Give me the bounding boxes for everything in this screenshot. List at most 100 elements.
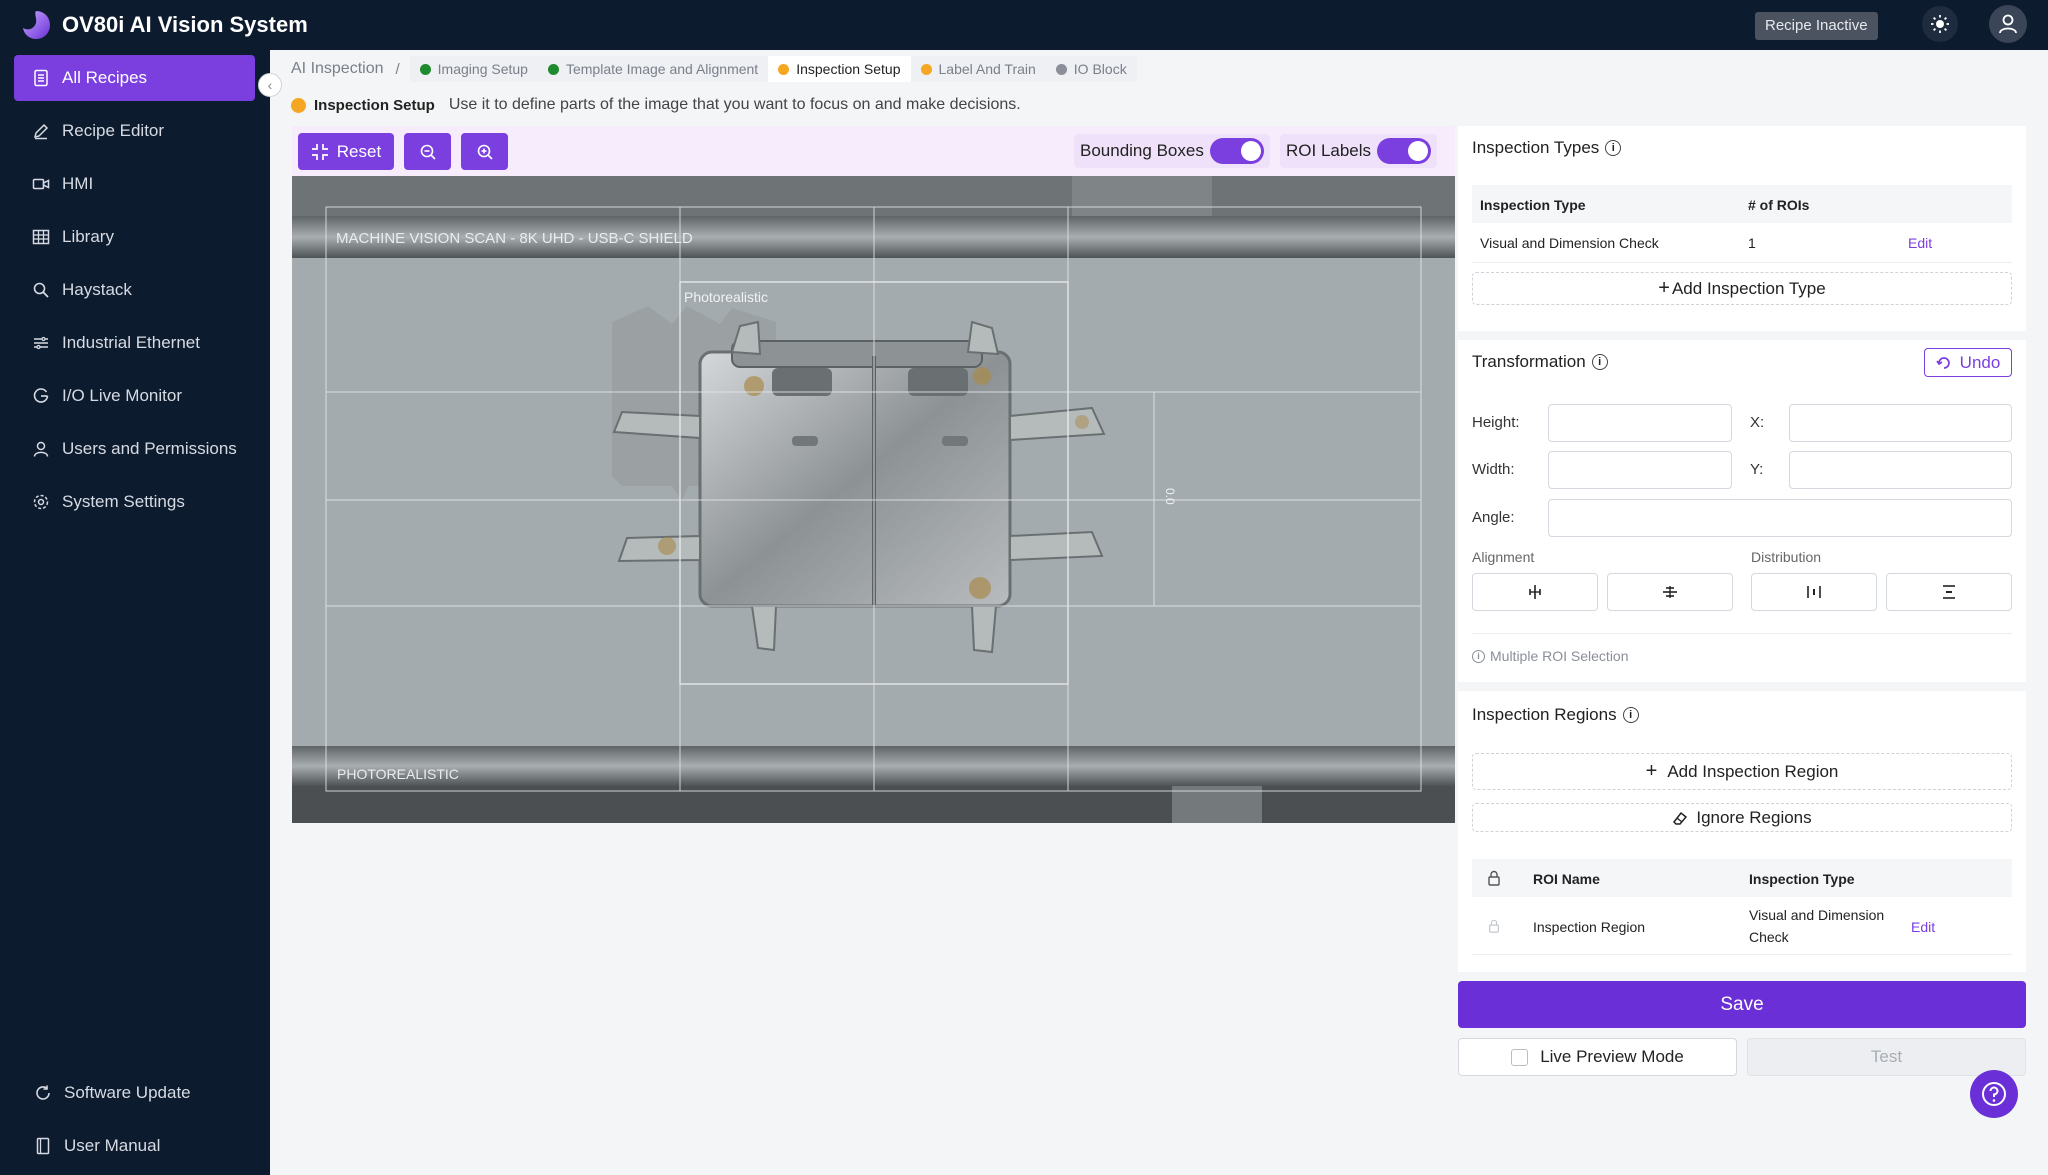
x-field[interactable] (1789, 404, 2012, 442)
reset-button[interactable]: Reset (298, 133, 394, 170)
pencil-icon (33, 123, 49, 140)
align-vertical-center-button[interactable] (1607, 573, 1733, 611)
zoom-out-icon (420, 144, 436, 160)
add-inspection-region-button[interactable]: + Add Inspection Region (1472, 753, 2012, 790)
info-icon: i (1472, 649, 1485, 663)
undo-button[interactable]: Undo (1924, 348, 2012, 377)
sun-icon (1931, 15, 1949, 33)
sidebar-item-io-live-monitor[interactable]: I/O Live Monitor (14, 373, 255, 419)
angle-field[interactable] (1548, 499, 2012, 537)
tab-label-and-train[interactable]: Label And Train (910, 56, 1046, 82)
zoom-out-button[interactable] (404, 133, 451, 170)
tab-template-image-alignment[interactable]: Template Image and Alignment (537, 56, 769, 82)
save-button[interactable]: Save (1458, 981, 2026, 1028)
chevron-left-icon: ‹ (267, 77, 273, 93)
inspection-image-canvas[interactable]: MACHINE VISION SCAN - 8K UHD - USB-C SHI… (292, 176, 1455, 823)
sidebar-item-label: Users and Permissions (62, 439, 237, 458)
align-horizontal-center-icon (1529, 585, 1541, 599)
sidebar-item-label: I/O Live Monitor (62, 386, 182, 405)
user-icon (1999, 14, 2017, 34)
sidebar-item-users-permissions[interactable]: Users and Permissions (14, 426, 255, 472)
theme-toggle-button[interactable] (1922, 6, 1958, 42)
test-button[interactable]: Test (1747, 1038, 2026, 1076)
refresh-icon (36, 1085, 50, 1100)
sidebar-item-hmi[interactable]: HMI (14, 161, 255, 207)
align-horizontal-center-button[interactable] (1472, 573, 1598, 611)
distribute-horizontal-button[interactable] (1751, 573, 1877, 611)
user-menu-button[interactable] (1989, 5, 2027, 43)
save-label: Save (1720, 993, 1764, 1015)
ignore-regions-button[interactable]: Ignore Regions (1472, 803, 2012, 832)
status-dot (778, 63, 790, 75)
roi-labels-toggle[interactable] (1377, 138, 1432, 164)
tab-label: Imaging Setup (437, 61, 528, 77)
width-field[interactable] (1548, 451, 1732, 489)
sidebar-item-label: Industrial Ethernet (62, 333, 200, 352)
step-name: Inspection Setup (314, 96, 435, 114)
user-icon (33, 441, 49, 457)
sidebar-item-library[interactable]: Library (14, 214, 255, 260)
sidebar-item-industrial-ethernet[interactable]: Industrial Ethernet (14, 320, 255, 366)
side-label: 0.0 (1163, 488, 1177, 505)
lock-icon[interactable] (1487, 919, 1501, 933)
tab-io-block[interactable]: IO Block (1045, 56, 1137, 82)
step-info: Inspection Setup Use it to define parts … (291, 93, 1021, 117)
help-icon (1982, 1082, 2006, 1106)
app-logo-icon (23, 11, 50, 39)
help-button[interactable] (1970, 1070, 2018, 1118)
live-preview-checkbox[interactable] (1511, 1048, 1529, 1066)
sidebar-item-all-recipes[interactable]: All Recipes (14, 55, 255, 101)
sidebar-item-label: HMI (62, 174, 94, 193)
video-icon (32, 178, 50, 190)
y-field[interactable] (1789, 451, 2012, 489)
book-icon (36, 1137, 50, 1155)
document-list-icon (34, 69, 48, 87)
sidebar-item-software-update[interactable]: Software Update (14, 1070, 255, 1116)
sidebar-item-recipe-editor[interactable]: Recipe Editor (14, 108, 255, 154)
live-preview-toggle[interactable]: Live Preview Mode (1458, 1038, 1737, 1076)
roi-count-cell: 1 (1748, 235, 1756, 251)
tab-label: IO Block (1073, 61, 1127, 77)
roi-labels-toggle-group: ROI Labels (1280, 134, 1438, 168)
sidebar-item-label: Software Update (64, 1083, 191, 1102)
eraser-icon (1673, 811, 1688, 825)
sidebar-item-label: User Manual (64, 1136, 161, 1155)
distribute-vertical-icon (1943, 585, 1955, 599)
panel-title-text: Inspection Types (1472, 138, 1600, 157)
distribute-vertical-button[interactable] (1886, 573, 2012, 611)
button-label: Add Inspection Type (1671, 278, 1826, 298)
button-label: Ignore Regions (1696, 807, 1812, 827)
sidebar-item-user-manual[interactable]: User Manual (14, 1123, 255, 1169)
breadcrumb-root[interactable]: AI Inspection (291, 60, 384, 78)
info-icon[interactable]: i (1591, 354, 1608, 370)
edit-region-link[interactable]: Edit (1911, 919, 1935, 935)
edit-inspection-type-link[interactable]: Edit (1908, 235, 1932, 251)
table-row[interactable]: Inspection Region Visual and Dimension C… (1472, 897, 2012, 955)
tab-imaging-setup[interactable]: Imaging Setup (409, 56, 538, 82)
info-icon[interactable]: i (1605, 140, 1622, 156)
tab-inspection-setup[interactable]: Inspection Setup (768, 56, 911, 82)
canvas-toolbar: Reset Bounding Boxes ROI Labels (292, 126, 1455, 176)
align-vertical-center-icon (1663, 586, 1677, 598)
info-icon[interactable]: i (1622, 707, 1639, 723)
test-label: Test (1870, 1047, 1903, 1066)
zoom-in-button[interactable] (461, 133, 508, 170)
zoom-in-icon (477, 144, 493, 160)
lock-icon (1488, 870, 1500, 886)
sidebar-item-label: Recipe Editor (62, 121, 165, 140)
panel-title-text: Transformation (1472, 352, 1586, 371)
plus-icon: + (1658, 277, 1670, 299)
add-inspection-type-button[interactable]: + Add Inspection Type (1472, 272, 2012, 305)
roi-type-cell: Check (1749, 929, 1789, 945)
sidebar-item-haystack[interactable]: Haystack (14, 267, 255, 313)
bounding-boxes-toggle[interactable] (1209, 138, 1264, 164)
roi-name-cell: Inspection Region (1533, 919, 1646, 935)
height-field[interactable] (1548, 404, 1732, 442)
status-dot (291, 97, 306, 113)
status-dot (1055, 63, 1067, 75)
app-title: OV80i AI Vision System (62, 12, 308, 37)
sidebar: All Recipes Recipe Editor HMI Library Ha… (0, 50, 270, 1175)
sidebar-collapse-button[interactable]: ‹ (258, 73, 282, 97)
sidebar-item-system-settings[interactable]: System Settings (14, 479, 255, 525)
sidebar-item-label: Haystack (62, 280, 132, 299)
